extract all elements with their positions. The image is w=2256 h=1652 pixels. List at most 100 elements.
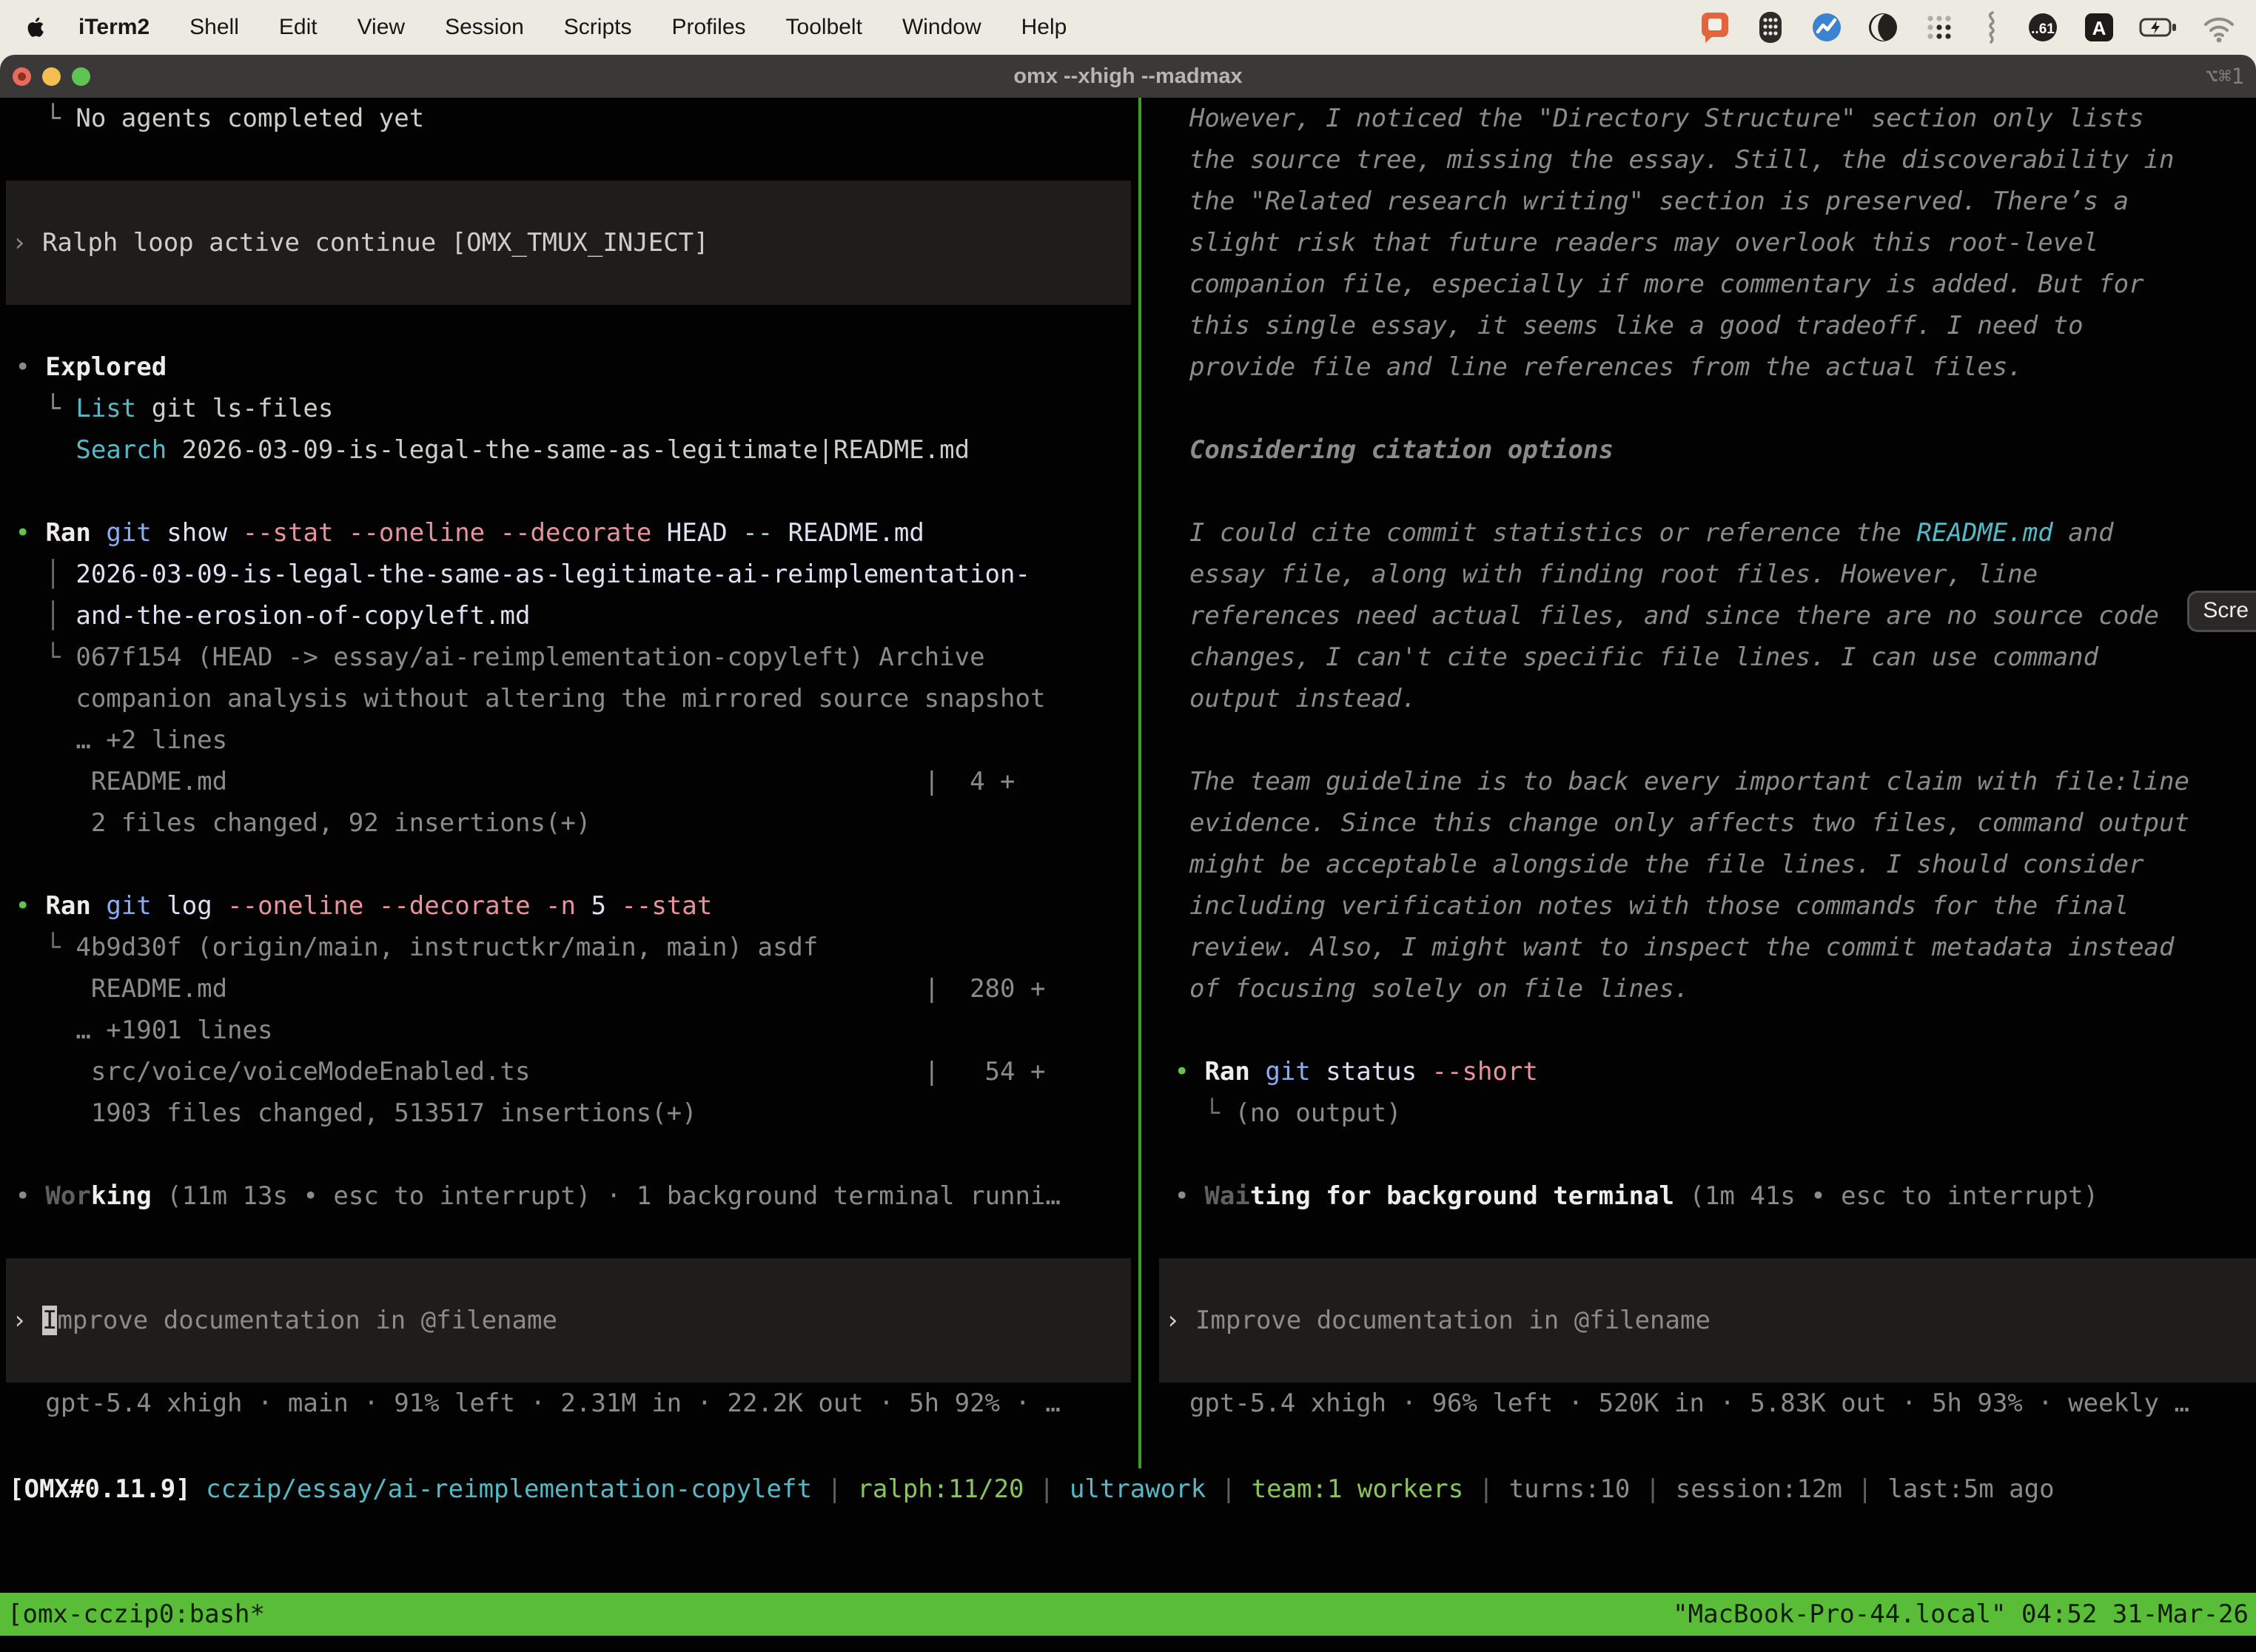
text-segment: essay file, along with finding root file… [1159, 560, 2038, 589]
thinking-text: the source tree, missing the essay. Stil… [1159, 139, 2256, 181]
wifi-icon[interactable] [2201, 10, 2237, 44]
text-segment: cczip/essay/ai-reimplementation-copyleft [206, 1474, 812, 1504]
text-segment: • [15, 518, 30, 548]
squiggle-icon[interactable] [1979, 10, 2003, 44]
text-segment: git [106, 518, 151, 548]
close-button[interactable] [13, 67, 31, 86]
minimize-button[interactable] [42, 67, 61, 86]
text-segment [30, 518, 45, 548]
log-line: … +2 lines [0, 719, 1138, 761]
thinking-text: the "Related research writing" section i… [1159, 181, 2256, 222]
input-source-icon[interactable]: A [2083, 10, 2115, 44]
menu-item-window[interactable]: Window [902, 15, 981, 40]
text-segment: review. Also, I might want to inspect th… [1159, 933, 2174, 962]
text-segment: --decorate [500, 518, 652, 548]
timer-badge-icon[interactable]: ..61 [2027, 10, 2059, 44]
menubar-status-icons: ..61 A [1699, 10, 2237, 44]
thinking-text: changes, I can't cite specific file line… [1159, 637, 2256, 678]
thinking-text: review. Also, I might want to inspect th… [1159, 927, 2256, 968]
text-segment: Ralph loop active continue [OMX_TMUX_INJ… [42, 228, 709, 258]
screen-notification[interactable]: Scre [2187, 591, 2256, 632]
text-segment: README.md [788, 518, 924, 548]
prompt-input[interactable]: › Improve documentation in @filename [1159, 1300, 2256, 1341]
text-segment: git [106, 891, 151, 921]
text-segment: I [42, 1306, 57, 1335]
text-segment: ting for background terminal [1250, 1181, 1674, 1211]
terminal-row [1159, 719, 2256, 761]
chat-app-icon[interactable] [1699, 10, 1730, 44]
log-line: 2 files changed, 92 insertions(+) [0, 802, 1138, 844]
terminal-row [0, 1134, 1138, 1175]
text-segment: | [1842, 1474, 1887, 1504]
log-line: Search 2026-03-09-is-legal-the-same-as-l… [0, 429, 1138, 471]
prompt-input[interactable]: › Improve documentation in @filename [6, 1300, 1131, 1341]
text-segment: Ran [45, 891, 90, 921]
text-segment: --short [1432, 1057, 1538, 1087]
text-segment: output instead. [1159, 684, 1417, 713]
text-segment [0, 435, 75, 465]
text-segment: companion analysis without altering the … [0, 684, 1045, 713]
text-segment: └ [0, 104, 75, 133]
text-segment: [OMX#0.11.9] [9, 1474, 191, 1504]
menu-item-shell[interactable]: Shell [189, 15, 239, 40]
text-segment [0, 518, 15, 548]
log-line: └ 067f154 (HEAD -> essay/ai-reimplementa… [0, 637, 1138, 678]
past-prompt: › Ralph loop active continue [OMX_TMUX_I… [6, 222, 1131, 263]
thinking-text: I could cite commit statistics or refere… [1159, 512, 2256, 554]
menu-item-help[interactable]: Help [1021, 15, 1067, 40]
menu-item-toolbelt[interactable]: Toolbelt [786, 15, 862, 40]
text-segment: 1903 files changed, 513517 insertions(+) [0, 1098, 697, 1128]
text-segment: --oneline [349, 518, 500, 548]
text-segment: Considering citation options [1159, 435, 1614, 465]
agent-result-line: └ No agents completed yet [0, 98, 1138, 139]
svg-text:..61: ..61 [2031, 21, 2055, 37]
text-segment [1189, 1057, 1204, 1087]
log-explored: • Explored [0, 346, 1138, 388]
thinking-text: of focusing solely on file lines. [1159, 968, 2256, 1010]
text-segment: src/voice/voiceModeEnabled.ts | 54 + [0, 1057, 1045, 1087]
battery-icon[interactable] [2139, 10, 2178, 44]
text-segment: › [12, 1306, 42, 1335]
text-segment: turns:10 [1509, 1474, 1631, 1504]
apple-menu-icon[interactable] [25, 16, 44, 38]
text-segment: 2026-03-09-is-legal-the-same-as-legitima… [75, 560, 1030, 589]
dots-grid-icon[interactable] [1923, 10, 1955, 44]
text-segment: • [15, 891, 30, 921]
log-line: │ 2026-03-09-is-legal-the-same-as-legiti… [0, 554, 1138, 595]
menu-item-edit[interactable]: Edit [279, 15, 318, 40]
log-line: └ 4b9d30f (origin/main, instructkr/main,… [0, 927, 1138, 968]
text-segment [30, 891, 45, 921]
activity-hexagon-icon[interactable] [1810, 10, 1843, 44]
terminal-row [1159, 1134, 2256, 1175]
thinking-text: might be acceptable alongside the file l… [1159, 844, 2256, 885]
text-segment: gpt-5.4 xhigh · main · 91% left · 2.31M … [0, 1389, 1061, 1418]
window-titlebar[interactable]: omx --xhigh --madmax ⌥⌘1 [0, 55, 2256, 98]
zoom-button[interactable] [72, 67, 90, 86]
log-line: … +1901 lines [0, 1010, 1138, 1051]
menu-item-session[interactable]: Session [445, 15, 524, 40]
log-line: companion analysis without altering the … [0, 678, 1138, 719]
menu-item-iterm2[interactable]: iTerm2 [78, 15, 150, 40]
traffic-lights [13, 67, 90, 86]
menu-item-scripts[interactable]: Scripts [564, 15, 632, 40]
text-segment: • [1159, 1181, 1204, 1211]
terminal-row [0, 139, 1138, 181]
text-segment: README.md [1917, 518, 2053, 548]
text-segment: (11m 13s • esc to interrupt) · 1 backgro… [152, 1181, 1061, 1211]
thinking-text: including verification notes with those … [1159, 885, 2256, 927]
text-segment: | [1463, 1474, 1508, 1504]
waiting-status: • Waiting for background terminal (1m 41… [1159, 1175, 2256, 1217]
crescent-circle-icon[interactable] [1867, 10, 1899, 44]
terminal-pane-left[interactable]: └ No agents completed yet › Ralph loop ac… [0, 98, 1138, 1468]
text-segment [191, 1474, 206, 1504]
menu-item-profiles[interactable]: Profiles [671, 15, 745, 40]
text-segment: I could cite commit statistics or refere… [1159, 518, 1917, 548]
tmux-session-label[interactable]: [omx-cczip0:bash* [7, 1593, 265, 1636]
log-line: README.md | 280 + [0, 968, 1138, 1010]
menu-item-view[interactable]: View [357, 15, 405, 40]
terminal-pane-right[interactable]: However, I noticed the "Directory Struct… [1141, 98, 2256, 1468]
text-segment: --oneline [227, 891, 379, 921]
log-command: • Ran git status --short [1159, 1051, 2256, 1092]
text-segment: › [1165, 1306, 1195, 1335]
shield-grid-icon[interactable] [1754, 10, 1787, 44]
